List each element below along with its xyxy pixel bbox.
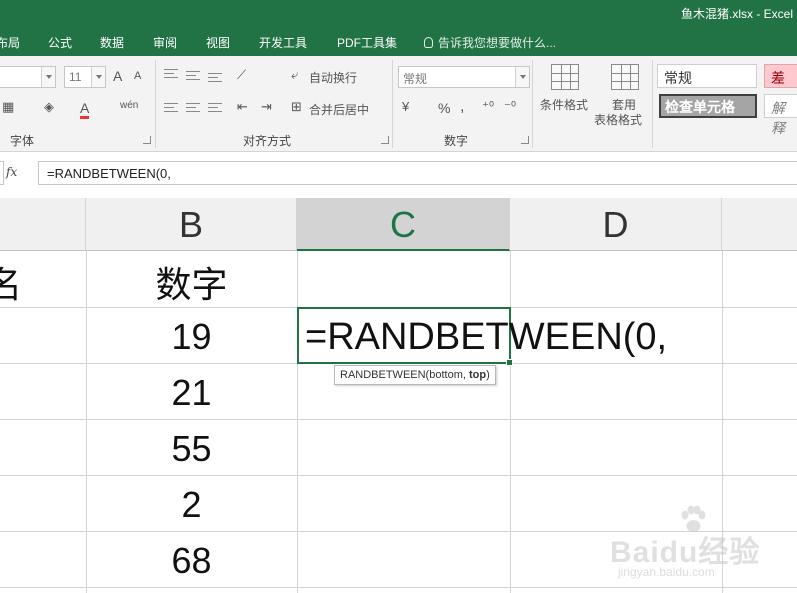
tab-review[interactable]: 审阅 — [153, 34, 177, 51]
cell-a1[interactable]: 名 — [0, 256, 22, 308]
tab-page-layout[interactable]: 布局 — [0, 34, 20, 51]
wrap-text-icon: ⤶ — [291, 67, 299, 82]
font-color-button[interactable]: A — [80, 100, 90, 119]
borders-icon[interactable]: ▦ — [2, 100, 14, 113]
grow-font-button[interactable]: A — [113, 68, 122, 84]
grid-line — [0, 419, 797, 420]
tab-developer[interactable]: 开发工具 — [259, 34, 307, 51]
window-title: 鱼木混猪.xlsx - Excel — [680, 7, 793, 21]
column-header-b[interactable]: B — [86, 198, 297, 251]
tab-pdf-tools[interactable]: PDF工具集 — [337, 34, 397, 51]
fill-handle[interactable] — [506, 359, 513, 366]
formula-bar: fx =RANDBETWEEN(0, — [0, 152, 797, 198]
tell-me-text: 告诉我您想要做什么... — [438, 36, 557, 50]
column-header-c[interactable]: C — [297, 198, 510, 251]
group-label-number: 数字 — [444, 134, 469, 148]
function-tooltip: RANDBETWEEN(bottom, top) — [334, 365, 496, 385]
decrease-indent-icon[interactable]: ⇤ — [237, 100, 248, 113]
divider — [392, 60, 393, 148]
style-normal[interactable]: 常规 — [657, 64, 757, 88]
align-top-icon[interactable] — [164, 68, 178, 80]
column-header-a[interactable] — [0, 198, 86, 251]
divider — [652, 60, 653, 148]
column-header-e[interactable] — [722, 198, 797, 251]
shrink-font-button[interactable]: A — [134, 70, 141, 82]
tab-formulas[interactable]: 公式 — [48, 34, 72, 51]
tell-me-search[interactable]: 告诉我您想要做什么... — [424, 34, 556, 51]
group-label-font: 字体 — [10, 134, 35, 148]
comma-button[interactable]: , — [460, 98, 464, 116]
baidu-watermark: Baidu经验 jingyan.baidu.com — [610, 505, 770, 585]
grid-line — [297, 251, 298, 593]
align-middle-icon[interactable] — [186, 70, 200, 82]
chevron-down-icon — [91, 67, 105, 87]
cell-b5[interactable]: 2 — [86, 484, 297, 526]
align-right-icon[interactable] — [208, 102, 222, 114]
chevron-down-icon — [515, 67, 529, 87]
increase-decimal-icon[interactable]: ⁺⁰ — [482, 100, 494, 113]
grid-line — [510, 251, 511, 593]
ribbon-tabs: 布局 公式 数据 审阅 视图 开发工具 PDF工具集 告诉我您想要做什么... — [0, 28, 797, 56]
conditional-format-button[interactable]: 条件格式 — [540, 96, 588, 113]
name-box[interactable] — [0, 161, 4, 185]
number-format-select[interactable]: 常规 — [398, 66, 530, 88]
divider — [532, 60, 533, 148]
tooltip-close: ) — [486, 369, 490, 381]
style-bad[interactable]: 差 — [764, 64, 797, 88]
formula-input[interactable]: =RANDBETWEEN(0, — [38, 161, 797, 185]
tooltip-func: RANDBETWEEN( — [340, 369, 430, 381]
lightbulb-icon — [424, 37, 433, 48]
tooltip-arg-top[interactable]: top — [469, 369, 486, 381]
group-label-alignment: 对齐方式 — [243, 134, 292, 148]
tooltip-arg-bottom[interactable]: bottom, — [429, 369, 469, 381]
active-cell-formula: =RANDBETWEEN(0, — [305, 316, 668, 358]
cell-b3[interactable]: 21 — [86, 372, 297, 414]
align-bottom-icon[interactable] — [208, 72, 222, 84]
style-explanatory[interactable]: 解释 — [764, 94, 797, 136]
increase-indent-icon[interactable]: ⇥ — [261, 100, 272, 113]
number-dialog-launcher[interactable] — [521, 136, 529, 144]
font-name-box[interactable] — [0, 66, 56, 88]
align-center-icon[interactable] — [186, 102, 200, 114]
alignment-dialog-launcher[interactable] — [381, 136, 389, 144]
percent-button[interactable]: % — [438, 100, 450, 116]
wrap-text-button[interactable]: 自动换行 — [309, 69, 357, 86]
decrease-decimal-icon[interactable]: ⁻⁰ — [504, 100, 516, 113]
style-check-cell[interactable]: 检查单元格 — [659, 94, 757, 118]
phonetic-button[interactable]: wén — [120, 100, 138, 111]
insert-function-button[interactable]: fx — [6, 165, 17, 179]
merge-center-icon: ⊞ — [291, 99, 302, 114]
cell-b4[interactable]: 55 — [86, 428, 297, 470]
table-format-label-2[interactable]: 表格格式 — [594, 111, 642, 128]
tab-view[interactable]: 视图 — [206, 34, 230, 51]
table-format-icon — [611, 64, 639, 90]
merge-center-button[interactable]: 合并后居中 — [309, 101, 369, 118]
cell-b6[interactable]: 68 — [86, 540, 297, 582]
chevron-down-icon — [41, 67, 55, 87]
cell-b1[interactable]: 数字 — [86, 256, 297, 308]
font-dialog-launcher[interactable] — [143, 136, 151, 144]
grid-line — [0, 587, 797, 588]
cell-b2[interactable]: 19 — [86, 316, 297, 358]
font-size-box[interactable]: 11 — [64, 66, 106, 88]
fill-color-icon[interactable]: ◈ — [44, 100, 54, 113]
divider — [155, 60, 156, 148]
align-left-icon[interactable] — [164, 102, 178, 114]
currency-icon[interactable]: ¥ — [402, 100, 409, 113]
tab-data[interactable]: 数据 — [100, 34, 124, 51]
column-header-d[interactable]: D — [510, 198, 722, 251]
conditional-format-icon — [551, 64, 579, 90]
number-format-value: 常规 — [403, 72, 428, 86]
watermark-url: jingyan.baidu.com — [618, 565, 715, 579]
orientation-icon[interactable]: ⟋ — [237, 68, 246, 81]
font-size-value: 11 — [69, 70, 82, 84]
title-bar: 鱼木混猪.xlsx - Excel — [0, 0, 797, 28]
grid-line — [0, 475, 797, 476]
